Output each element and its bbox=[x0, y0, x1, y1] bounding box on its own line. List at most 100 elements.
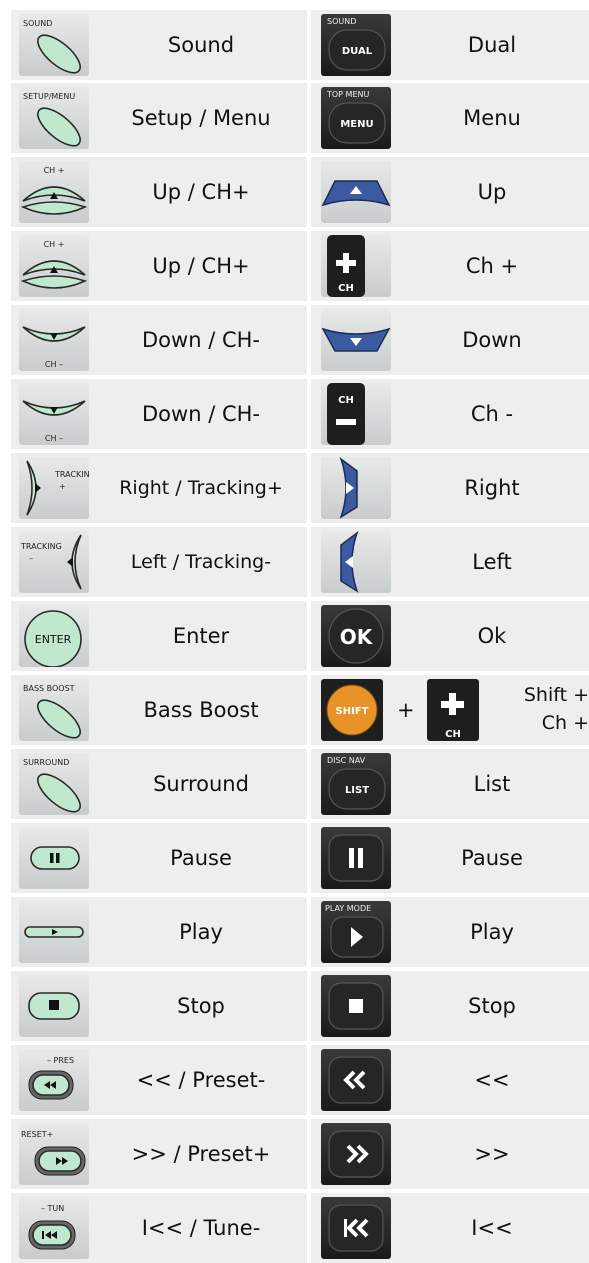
right-button-label: Play bbox=[470, 920, 514, 944]
right-button-label: Up bbox=[477, 180, 507, 204]
left-button-label: Left / Tracking- bbox=[130, 551, 272, 573]
right-remote-cell: OK Ok bbox=[311, 601, 589, 671]
right-button-label: Pause bbox=[461, 846, 523, 870]
label-line-2: Ch + bbox=[541, 712, 589, 734]
label-line-1: Shift + bbox=[523, 684, 589, 706]
left-button-label: Pause bbox=[170, 846, 232, 870]
svg-text:+: + bbox=[59, 482, 66, 491]
left-button-label: Enter bbox=[172, 624, 230, 648]
surround-oval-button-icon: SURROUND bbox=[19, 753, 89, 815]
ch-plus-rocker-icon: CH bbox=[427, 679, 479, 741]
mapping-row: CH + Up / CH+ CH Ch + bbox=[0, 231, 589, 301]
mapping-row: Play PLAY MODE Play bbox=[0, 897, 589, 967]
right-button-label: I<< bbox=[471, 1216, 513, 1240]
play-pill-button-icon bbox=[19, 901, 89, 963]
right-remote-cell: Pause bbox=[311, 823, 589, 893]
left-remote-cell: CH – Down / CH- bbox=[11, 379, 307, 449]
ch-minus-down-arrow-icon: CH – bbox=[19, 383, 89, 445]
ok-button-icon: OK bbox=[321, 605, 391, 667]
mapping-row: ENTER Enter OK Ok bbox=[0, 601, 589, 671]
left-remote-cell: BASS BOOST Bass Boost bbox=[11, 675, 307, 745]
left-remote-cell: TRACKING – Left / Tracking- bbox=[11, 527, 307, 597]
ch-plus-up-arrow-icon: CH + bbox=[19, 161, 89, 223]
right-remote-cell: CH Ch + bbox=[311, 231, 589, 301]
right-remote-cell: << bbox=[311, 1045, 589, 1115]
fastforward-preset-plus-button-icon: RESET+ bbox=[19, 1123, 89, 1185]
left-remote-cell: – TUN I<< / Tune- bbox=[11, 1193, 307, 1263]
sound-oval-button-icon: SOUND bbox=[19, 14, 89, 76]
left-remote-cell: Stop bbox=[11, 971, 307, 1041]
icon-caption: RESET+ bbox=[21, 1130, 53, 1139]
right-button-label: Menu bbox=[463, 106, 521, 130]
left-button-label: I<< / Tune- bbox=[141, 1216, 261, 1240]
mapping-row: SURROUND Surround DISC NAV LIST List bbox=[0, 749, 589, 819]
plus-separator: + bbox=[397, 698, 415, 722]
icon-caption: – PRES bbox=[47, 1056, 74, 1065]
left-button-label: Down / CH- bbox=[142, 328, 260, 352]
right-button-label: Right bbox=[464, 476, 520, 500]
right-button-label: Down bbox=[462, 328, 522, 352]
icon-caption: DISC NAV bbox=[327, 756, 366, 765]
left-remote-cell: CH – Down / CH- bbox=[11, 305, 307, 375]
left-remote-cell: SOUND Sound bbox=[11, 10, 307, 80]
skip-back-tune-minus-button-icon: – TUN bbox=[19, 1197, 89, 1259]
icon-caption: CH – bbox=[45, 360, 63, 369]
mapping-row: Pause Pause bbox=[0, 823, 589, 893]
left-remote-cell: SURROUND Surround bbox=[11, 749, 307, 819]
mapping-row: TRACKING + Right / Tracking+ Right bbox=[0, 453, 589, 523]
left-button-label: Right / Tracking+ bbox=[119, 477, 283, 499]
bass-boost-oval-button-icon: BASS BOOST bbox=[19, 679, 89, 741]
icon-button-text: LIST bbox=[345, 785, 369, 796]
icon-caption: CH bbox=[445, 729, 461, 740]
mapping-row: Stop Stop bbox=[0, 971, 589, 1041]
menu-round-button-icon: TOP MENU MENU bbox=[321, 87, 391, 149]
blue-left-arrow-icon bbox=[321, 531, 391, 593]
left-button-label: Stop bbox=[177, 994, 225, 1018]
ch-minus-down-arrow-icon: CH – bbox=[19, 309, 89, 371]
left-remote-cell: Play bbox=[11, 897, 307, 967]
icon-caption: TOP MENU bbox=[326, 90, 369, 99]
right-remote-cell: Stop bbox=[311, 971, 589, 1041]
icon-caption: CH bbox=[338, 395, 354, 406]
right-remote-cell: PLAY MODE Play bbox=[311, 897, 589, 967]
mapping-row: CH – Down / CH- CH Ch - bbox=[0, 379, 589, 449]
icon-caption: – TUN bbox=[41, 1204, 64, 1213]
icon-caption: TRACKING bbox=[54, 470, 89, 479]
left-button-label: Bass Boost bbox=[143, 698, 259, 722]
icon-button-text: SHIFT bbox=[336, 706, 369, 717]
right-remote-cell: DISC NAV LIST List bbox=[311, 749, 589, 819]
mapping-row: TRACKING – Left / Tracking- Left bbox=[0, 527, 589, 597]
mapping-row: – PRES << / Preset- << bbox=[0, 1045, 589, 1115]
icon-caption: SURROUND bbox=[23, 758, 69, 767]
right-remote-cell: I<< bbox=[311, 1193, 589, 1263]
right-button-label: Ok bbox=[477, 624, 507, 648]
icon-caption: SOUND bbox=[23, 19, 52, 28]
blue-right-arrow-icon bbox=[321, 457, 391, 519]
left-button-label: Sound bbox=[167, 33, 235, 57]
pause-pill-button-icon bbox=[19, 827, 89, 889]
right-button-label: >> bbox=[474, 1142, 510, 1166]
mapping-row: SETUP/MENU Setup / Menu TOP MENU MENU Menu bbox=[0, 83, 589, 153]
dual-round-button-icon: SOUND DUAL bbox=[321, 14, 391, 76]
mapping-row: CH – Down / CH- Down bbox=[0, 305, 589, 375]
icon-caption: CH + bbox=[44, 240, 65, 249]
mapping-row: RESET+ >> / Preset+ >> bbox=[0, 1119, 589, 1189]
left-button-label: Up / CH+ bbox=[152, 254, 250, 278]
ch-plus-up-arrow-icon: CH + bbox=[19, 235, 89, 297]
mapping-row: SOUND Sound SOUND DUAL Dual bbox=[0, 10, 589, 80]
left-button-label: Up / CH+ bbox=[152, 180, 250, 204]
left-remote-cell: – PRES << / Preset- bbox=[11, 1045, 307, 1115]
right-remote-cell: SHIFT + CH Shift + Ch + bbox=[311, 675, 589, 745]
tracking-minus-left-arrow-icon: TRACKING – bbox=[19, 531, 89, 593]
icon-caption: TRACKING bbox=[20, 542, 62, 551]
left-button-label: Down / CH- bbox=[142, 402, 260, 426]
left-remote-cell: TRACKING + Right / Tracking+ bbox=[11, 453, 307, 523]
right-remote-cell: TOP MENU MENU Menu bbox=[311, 83, 589, 153]
right-button-label: Shift + Ch + bbox=[481, 675, 589, 751]
left-button-label: Play bbox=[179, 920, 223, 944]
icon-button-text: MENU bbox=[340, 119, 373, 130]
svg-text:–: – bbox=[29, 554, 33, 563]
blue-up-arrow-icon bbox=[321, 161, 391, 223]
stop-pill-button-icon bbox=[19, 975, 89, 1037]
icon-button-text: DUAL bbox=[342, 46, 373, 57]
